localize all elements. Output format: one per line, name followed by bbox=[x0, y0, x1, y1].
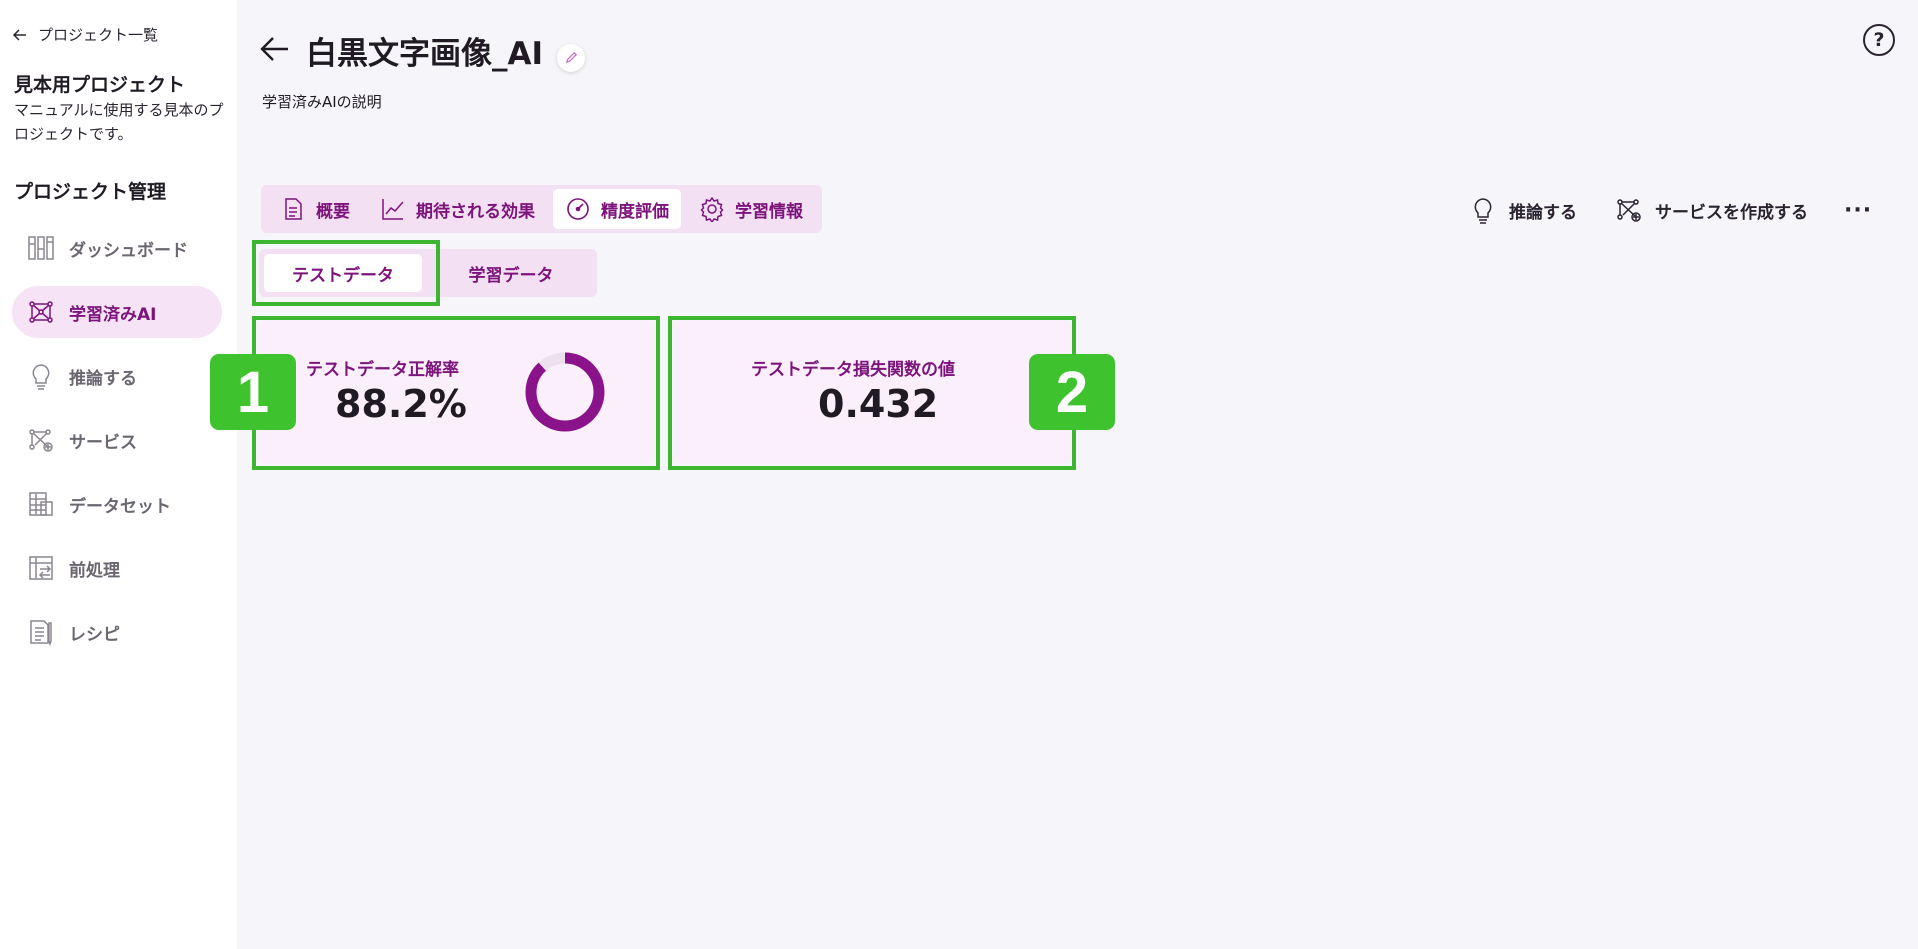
preprocess-icon bbox=[27, 554, 55, 582]
arrow-left-icon bbox=[12, 28, 26, 41]
section-title: プロジェクト管理 bbox=[14, 181, 167, 203]
tab-label: 精度評価 bbox=[601, 201, 669, 222]
sidebar-item-label: 前処理 bbox=[69, 560, 120, 581]
sidebar-item-label: 推論する bbox=[69, 368, 137, 389]
lightbulb-icon bbox=[1474, 198, 1492, 224]
sidebar-item-label: 学習済みAI bbox=[69, 304, 157, 325]
page-subtitle: 学習済みAIの説明 bbox=[262, 93, 382, 111]
infer-button-label: 推論する bbox=[1509, 202, 1577, 223]
network-icon bbox=[27, 298, 55, 326]
accuracy-label: テストデータ正解率 bbox=[306, 360, 459, 380]
infer-button[interactable]: 推論する bbox=[1469, 190, 1577, 230]
accuracy-card: テストデータ正解率 88.2% bbox=[258, 320, 658, 464]
sidebar-item-label: ダッシュボード bbox=[69, 240, 188, 261]
sidebar-nav: ダッシュボード 学習済みAI 推論する サービス データセット 前処理 レシピ bbox=[12, 222, 222, 670]
annotation-badge-1: 1 bbox=[210, 354, 296, 430]
sidebar-item-service[interactable]: サービス bbox=[12, 414, 222, 466]
data-subtabs: テストデータ 学習データ bbox=[259, 249, 597, 297]
tab-overview[interactable]: 概要 bbox=[268, 189, 362, 229]
loss-value: 0.432 bbox=[818, 382, 939, 426]
sidebar-item-label: レシピ bbox=[69, 624, 120, 645]
loss-card: テストデータ損失関数の値 0.432 bbox=[673, 320, 1073, 464]
service-icon bbox=[1617, 199, 1641, 222]
sidebar-item-dataset[interactable]: データセット bbox=[12, 478, 222, 530]
main-tabs: 概要 期待される効果 精度評価 学習情報 bbox=[261, 185, 822, 233]
service-icon bbox=[27, 426, 55, 454]
accuracy-value: 88.2% bbox=[335, 382, 467, 426]
back-link-label: プロジェクト一覧 bbox=[38, 26, 159, 44]
recipe-icon bbox=[27, 618, 55, 646]
tab-label: 概要 bbox=[316, 201, 350, 222]
sidebar-item-trained-ai[interactable]: 学習済みAI bbox=[12, 286, 222, 338]
sidebar-item-label: データセット bbox=[69, 496, 171, 517]
tab-label: 期待される効果 bbox=[416, 201, 535, 222]
pencil-icon bbox=[565, 51, 577, 64]
dataset-icon bbox=[27, 490, 55, 518]
annotation-badge-2: 2 bbox=[1029, 354, 1115, 430]
sidebar-item-dashboard[interactable]: ダッシュボード bbox=[12, 222, 222, 274]
sidebar-item-recipe[interactable]: レシピ bbox=[12, 606, 222, 658]
help-icon[interactable]: ? bbox=[1863, 24, 1895, 56]
project-name: 見本用プロジェクト bbox=[14, 74, 186, 96]
chart-line-icon bbox=[382, 199, 404, 220]
sidebar-item-preprocess[interactable]: 前処理 bbox=[12, 542, 222, 594]
back-to-project-list-link[interactable]: プロジェクト一覧 bbox=[12, 24, 158, 45]
donut-fill bbox=[525, 352, 605, 432]
create-service-button[interactable]: サービスを作成する bbox=[1615, 190, 1808, 230]
title-row: 白黒文字画像_AI bbox=[258, 28, 586, 73]
create-service-label: サービスを作成する bbox=[1655, 202, 1808, 223]
tab-accuracy-evaluation[interactable]: 精度評価 bbox=[553, 189, 681, 229]
subtab-training-data[interactable]: 学習データ bbox=[432, 254, 590, 292]
subtab-test-data[interactable]: テストデータ bbox=[264, 254, 422, 292]
tab-label: 学習情報 bbox=[735, 201, 803, 222]
sidebar-item-label: サービス bbox=[69, 432, 137, 453]
more-options-button[interactable]: ··· bbox=[1844, 190, 1872, 230]
gauge-icon bbox=[567, 198, 589, 220]
page-title: 白黒文字画像_AI bbox=[306, 36, 544, 72]
accuracy-donut-chart bbox=[525, 352, 605, 432]
dashboard-icon bbox=[27, 234, 55, 262]
header-actions: 推論する サービスを作成する ··· bbox=[1469, 190, 1872, 230]
project-description: マニュアルに使用する見本のプロジェクトです。 bbox=[14, 101, 224, 143]
lightbulb-icon bbox=[27, 362, 55, 390]
loss-label: テストデータ損失関数の値 bbox=[751, 360, 955, 380]
sidebar: プロジェクト一覧 見本用プロジェクト マニュアルに使用する見本のプロジェクトです… bbox=[0, 0, 237, 949]
sidebar-item-inference[interactable]: 推論する bbox=[12, 350, 222, 402]
document-icon bbox=[285, 198, 302, 220]
tab-training-info[interactable]: 学習情報 bbox=[687, 189, 815, 229]
gear-icon bbox=[700, 196, 724, 222]
arrow-left-icon[interactable] bbox=[258, 32, 292, 70]
edit-title-button[interactable] bbox=[557, 43, 586, 72]
tab-expected-effect[interactable]: 期待される効果 bbox=[368, 189, 547, 229]
